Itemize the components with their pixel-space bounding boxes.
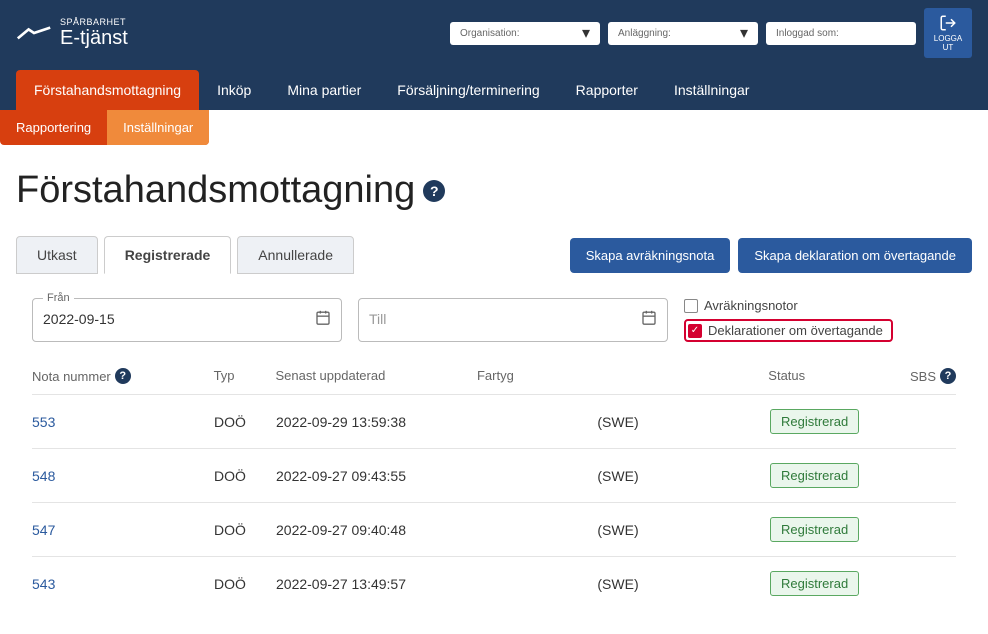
nav-forstahandsmottagning[interactable]: Förstahandsmottagning [16,70,199,110]
logo: SPÅRBARHET E-tjänst [16,17,128,50]
tab-registrerade[interactable]: Registrerade [104,236,232,274]
create-receipt-button[interactable]: Skapa avräkningsnota [570,238,731,273]
facility-select[interactable]: Anläggning: ▾ [608,22,758,45]
checkbox-checked-icon: ✓ [688,324,702,338]
subnav-rapportering[interactable]: Rapportering [0,110,107,145]
chevron-down-icon: ▾ [740,23,748,43]
to-date-input[interactable]: Till [358,298,668,342]
checkbox-avräkningsnotor[interactable]: Avräkningsnotor [684,298,893,313]
organisation-select[interactable]: Organisation: ▾ [450,22,600,45]
checkbox-deklarationer[interactable]: ✓ Deklarationer om övertagande [684,319,893,342]
status-badge: Registrerad [770,463,859,488]
status-badge: Registrerad [770,571,859,596]
calendar-icon [315,310,331,331]
calendar-icon [641,310,657,331]
page-title: Förstahandsmottagning [16,169,415,212]
table-row: 553 DOÖ 2022-09-29 13:59:38 (SWE) Regist… [32,394,956,448]
nota-link[interactable]: 543 [32,576,202,592]
create-declaration-button[interactable]: Skapa deklaration om övertagande [738,238,972,273]
help-icon[interactable]: ? [423,180,445,202]
table-row: 543 DOÖ 2022-09-27 13:49:57 (SWE) Regist… [32,556,956,610]
status-badge: Registrerad [770,517,859,542]
status-badge: Registrerad [770,409,859,434]
nav-forsaljning[interactable]: Försäljning/terminering [379,70,557,110]
logo-icon [16,23,52,43]
logout-button[interactable]: LOGGA UT [924,8,972,58]
sub-nav: Rapportering Inställningar [0,110,209,145]
nav-inkop[interactable]: Inköp [199,70,269,110]
nota-link[interactable]: 548 [32,468,202,484]
subnav-installningar[interactable]: Inställningar [107,110,209,145]
checkbox-icon [684,299,698,313]
chevron-down-icon: ▾ [582,23,590,43]
logo-superscript: SPÅRBARHET [60,17,128,27]
logo-title: E-tjänst [60,27,128,50]
nav-installningar[interactable]: Inställningar [656,70,768,110]
main-nav: Förstahandsmottagning Inköp Mina partier… [16,70,972,110]
table-row: 548 DOÖ 2022-09-27 09:43:55 (SWE) Regist… [32,448,956,502]
logout-icon [939,14,957,32]
help-icon[interactable]: ? [940,368,956,384]
tab-utkast[interactable]: Utkast [16,236,98,274]
tabs: Utkast Registrerade Annullerade [16,236,354,274]
table-row: 547 DOÖ 2022-09-27 09:40:48 (SWE) Regist… [32,502,956,556]
table-header: Nota nummer ? Typ Senast uppdaterad Fart… [32,358,956,394]
loggedin-display: Inloggad som: [766,22,916,45]
nav-mina-partier[interactable]: Mina partier [269,70,379,110]
tab-annullerade[interactable]: Annullerade [237,236,354,274]
nota-link[interactable]: 553 [32,414,202,430]
help-icon[interactable]: ? [115,368,131,384]
from-date-input[interactable]: Från 2022-09-15 [32,298,342,342]
nav-rapporter[interactable]: Rapporter [558,70,656,110]
nota-link[interactable]: 547 [32,522,202,538]
